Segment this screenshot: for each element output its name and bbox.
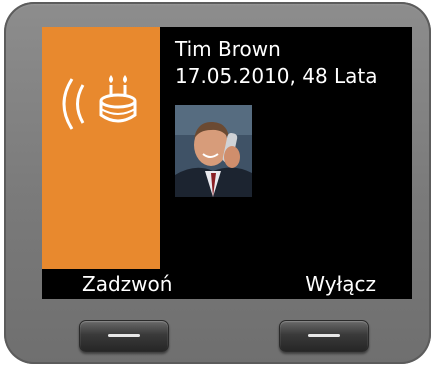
status-sidebar bbox=[42, 27, 160, 269]
right-hardware-button[interactable] bbox=[279, 320, 369, 352]
caller-photo bbox=[175, 105, 252, 197]
display-screen: Tim Brown 17.05.2010, 48 Lata Zadzwoń Wy… bbox=[42, 27, 412, 299]
birthday-ringing-icon bbox=[62, 75, 137, 130]
call-softkey[interactable]: Zadzwoń bbox=[82, 272, 172, 296]
left-hardware-button[interactable] bbox=[79, 320, 169, 352]
softkey-bar: Zadzwoń Wyłącz bbox=[42, 269, 412, 299]
phone-device: Tim Brown 17.05.2010, 48 Lata Zadzwoń Wy… bbox=[4, 2, 431, 364]
left-button-line bbox=[108, 334, 140, 337]
birthday-info: 17.05.2010, 48 Lata bbox=[175, 64, 378, 88]
right-button-line bbox=[308, 334, 340, 337]
caller-name: Tim Brown bbox=[175, 37, 281, 61]
disable-softkey[interactable]: Wyłącz bbox=[305, 272, 376, 296]
caller-photo-image bbox=[175, 105, 252, 197]
